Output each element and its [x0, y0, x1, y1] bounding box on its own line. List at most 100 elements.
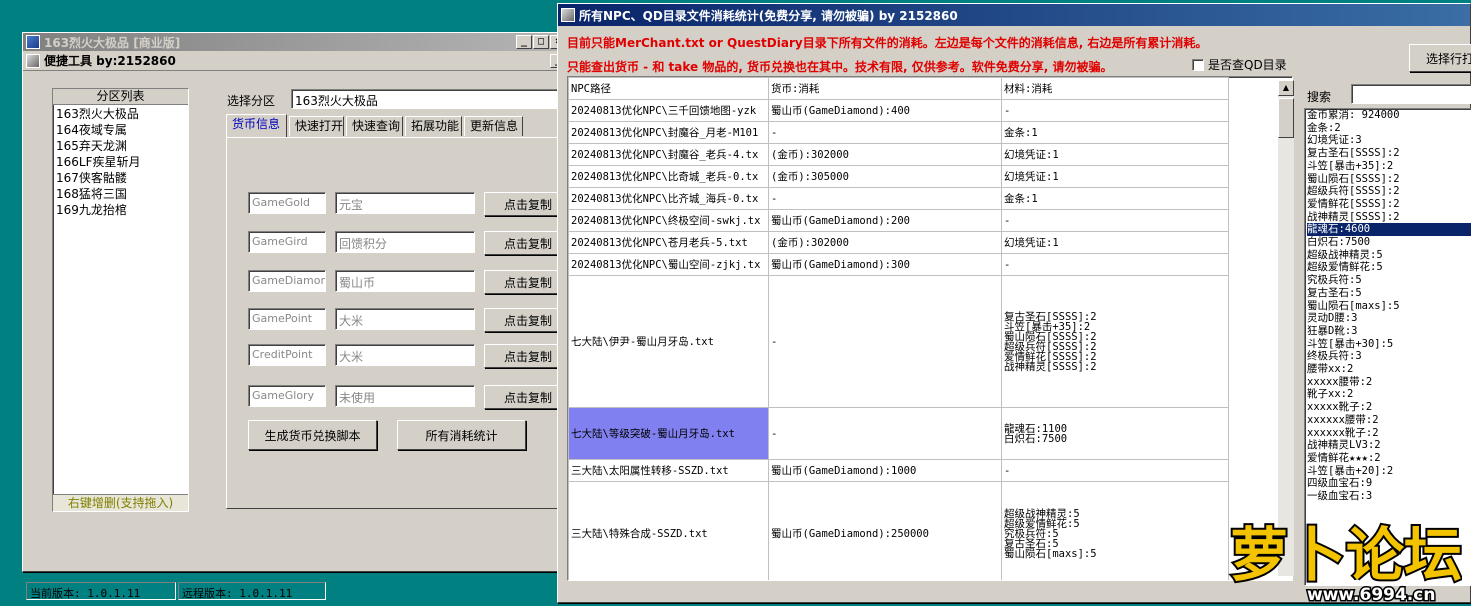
cell-material[interactable]: - [1001, 253, 1229, 276]
cell-path[interactable]: 20240813优化NPC\封魔谷_老兵-4.tx [568, 143, 769, 166]
sub-window-titlebar[interactable]: 便捷工具 by:2152860 _ [23, 51, 569, 71]
total-item[interactable]: 蜀山陨石[maxs]:5 [1307, 300, 1471, 313]
table-row[interactable]: 20240813优化NPC\比奇城_老兵-0.tx (金币):305000 幻境凭证… [568, 165, 1229, 188]
column-header-currency[interactable]: 货币:消耗 [768, 77, 1002, 100]
total-item[interactable]: 腰带xx:2 [1307, 363, 1471, 376]
cell-material[interactable]: 幻境凭证:1 [1001, 143, 1229, 166]
table-row[interactable]: 20240813优化NPC\终极空间-swkj.tx 蜀山币(GameDiamon… [568, 209, 1229, 232]
generate-script-button[interactable]: 生成货币兑换脚本 [248, 420, 377, 450]
tab-extensions[interactable]: 拓展功能 [405, 116, 462, 136]
total-item[interactable]: 靴子xx:2 [1307, 388, 1471, 401]
cell-material[interactable]: 金条:1 [1001, 187, 1229, 210]
cell-currency[interactable]: 蜀山币(GameDiamond):1000 [768, 459, 1002, 482]
cell-material[interactable]: - [1001, 99, 1229, 122]
cell-path[interactable]: 20240813优化NPC\比奇城_老兵-0.tx [568, 165, 769, 188]
total-item[interactable]: 灵动D腰:3 [1307, 312, 1471, 325]
cell-material[interactable]: 金条:1 [1001, 121, 1229, 144]
table-scrollbar[interactable]: ▲ [1278, 80, 1294, 576]
total-item[interactable]: 复古圣石:5 [1307, 287, 1471, 300]
cell-path[interactable]: 三大陆\特殊合成-SSZD.txt [568, 481, 769, 580]
total-item[interactable]: 斗笠[暴击+20]:2 [1307, 465, 1471, 478]
cell-path[interactable]: 七大陆\等级突破-蜀山月牙岛.txt [568, 407, 769, 460]
scroll-thumb[interactable] [1278, 98, 1294, 138]
table-row[interactable]: 三大陆\太阳属性转移-SSZD.txt 蜀山币(GameDiamond):1000… [568, 459, 1229, 482]
total-item[interactable]: 蜀山陨石[SSSS]:2 [1307, 173, 1471, 186]
table-row[interactable]: 三大陆\特殊合成-SSZD.txt 蜀山币(GameDiamond):250000… [568, 481, 1229, 580]
all-consumption-button[interactable]: 所有消耗统计 [397, 420, 526, 450]
currency-name-field[interactable]: 未使用 [335, 385, 475, 407]
cell-material[interactable]: - [1001, 459, 1229, 482]
total-item[interactable]: 终极兵符:3 [1307, 350, 1471, 363]
cell-currency[interactable]: 蜀山币(GameDiamond):200 [768, 209, 1002, 232]
cell-currency[interactable]: - [768, 187, 1002, 210]
currency-code-field[interactable]: GameGold [248, 192, 326, 214]
column-header-path[interactable]: NPC路径 [568, 77, 769, 100]
partition-item[interactable]: 163烈火大极品 [56, 106, 185, 122]
currency-name-field[interactable]: 回馈积分 [335, 231, 475, 253]
currency-name-field[interactable]: 蜀山币 [335, 270, 475, 292]
total-item[interactable]: xxxxx腰带:2 [1307, 376, 1471, 389]
total-item[interactable]: 爱情鲜花★★★:2 [1307, 452, 1471, 465]
partition-list-footer[interactable]: 右键增删(支持拖入) [53, 494, 188, 511]
table-row[interactable]: 20240813优化NPC\封魔谷_月老-M101- 金条:1 [568, 121, 1229, 144]
cell-currency[interactable]: - [768, 407, 1002, 460]
currency-code-field[interactable]: GameGlory [248, 385, 326, 407]
total-item[interactable]: xxxxx靴子:2 [1307, 401, 1471, 414]
cell-currency[interactable]: 蜀山币(GameDiamond):250000 [768, 481, 1002, 580]
select-row-button[interactable]: 选择行打 [1409, 44, 1471, 72]
currency-code-field[interactable]: GamePoint [248, 308, 326, 330]
total-item[interactable]: 狂暴D靴:3 [1307, 325, 1471, 338]
cell-currency[interactable]: - [768, 121, 1002, 144]
cell-material[interactable]: 幻境凭证:1 [1001, 165, 1229, 188]
total-item[interactable]: 超级战神精灵:5 [1307, 249, 1471, 262]
total-item[interactable]: 斗笠[暴击+30]:5 [1307, 338, 1471, 351]
cell-material[interactable]: - [1001, 209, 1229, 232]
currency-code-field[interactable]: GameGird [248, 231, 326, 253]
total-item[interactable]: 复古圣石[SSSS]:2 [1307, 147, 1471, 160]
total-item[interactable]: 战神精灵LV3:2 [1307, 439, 1471, 452]
table-row[interactable]: 20240813优化NPC\蜀山空间-zjkj.tx 蜀山币(GameDiamon… [568, 253, 1229, 276]
total-item[interactable]: 斗笠[暴击+35]:2 [1307, 160, 1471, 173]
cell-path[interactable]: 20240813优化NPC\终极空间-swkj.tx [568, 209, 769, 232]
currency-name-field[interactable]: 大米 [335, 308, 475, 330]
cell-path[interactable]: 20240813优化NPC\苍月老兵-5.txt [568, 231, 769, 254]
stats-window-titlebar[interactable]: 所有NPC、QD目录文件消耗统计(免费分享, 请勿被骗) by 2152860 [558, 4, 1470, 26]
partition-list[interactable]: 分区列表 163烈火大极品 164夜域专属 165弃天龙渊 166LF疾星斩月 167侠… [52, 88, 189, 512]
currency-code-field[interactable]: GameDiamond [248, 270, 326, 292]
total-item[interactable]: 究极兵符:5 [1307, 274, 1471, 287]
table-row[interactable]: 20240813优化NPC\封魔谷_老兵-4.tx (金币):302000 幻境凭证… [568, 143, 1229, 166]
cell-material[interactable]: 复古圣石[SSSS]:2 斗笠[暴击+35]:2 蜀山陨石[SSSS]:2 超级兵符[… [1001, 275, 1229, 408]
column-header-material[interactable]: 材料:消耗 [1001, 77, 1229, 100]
search-input[interactable] [1351, 84, 1471, 104]
table-row[interactable]: 20240813优化NPC\苍月老兵-5.txt (金币):302000 幻境凭证:… [568, 231, 1229, 254]
partition-item[interactable]: 167侠客骷髅 [56, 170, 185, 186]
partition-item[interactable]: 168猛将三国 [56, 186, 185, 202]
total-item[interactable]: 龍魂石:4600 [1307, 223, 1471, 237]
cell-path[interactable]: 三大陆\太阳属性转移-SSZD.txt [568, 459, 769, 482]
cell-currency[interactable]: (金币):305000 [768, 165, 1002, 188]
partition-item[interactable]: 165弃天龙渊 [56, 138, 185, 154]
cell-currency[interactable]: 蜀山币(GameDiamond):300 [768, 253, 1002, 276]
total-item[interactable]: 超级兵符[SSSS]:2 [1307, 185, 1471, 198]
cell-path[interactable]: 20240813优化NPC\蜀山空间-zjkj.tx [568, 253, 769, 276]
partition-item[interactable]: 169九龙抬棺 [56, 202, 185, 218]
cell-currency[interactable]: 蜀山币(GameDiamond):400 [768, 99, 1002, 122]
currency-name-field[interactable]: 元宝 [335, 192, 475, 214]
total-item[interactable]: 一级血宝石:3 [1307, 490, 1471, 503]
scroll-up-icon[interactable]: ▲ [1278, 80, 1294, 96]
total-item[interactable]: 爱情鲜花[SSSS]:2 [1307, 198, 1471, 211]
table-row[interactable]: 七大陆\伊尹-蜀山月牙岛.txt - 复古圣石[SSSS]:2 斗笠[暴击+35]:2… [568, 275, 1229, 408]
minimize-icon[interactable]: _ [516, 35, 532, 49]
qd-checkbox[interactable] [1192, 58, 1204, 71]
cell-path[interactable]: 七大陆\伊尹-蜀山月牙岛.txt [568, 275, 769, 408]
consumption-table-container[interactable]: NPC路径 货币:消耗 材料:消耗 20240813优化NPC\三千回馈地图-y… [567, 76, 1293, 581]
tab-currency-info[interactable]: 货币信息 [226, 114, 287, 137]
table-row[interactable]: 20240813优化NPC\比齐城_海兵-0.tx - 金条:1 [568, 187, 1229, 210]
tab-quick-open[interactable]: 快速打开 [289, 116, 344, 136]
cell-currency[interactable]: (金币):302000 [768, 231, 1002, 254]
cell-material[interactable]: 龍魂石:1100 白炽石:7500 [1001, 407, 1229, 460]
total-item[interactable]: 金条:2 [1307, 122, 1471, 135]
tool-window-titlebar[interactable]: 163烈火大极品 [商业版] _ □ × [23, 33, 569, 51]
total-item[interactable]: xxxxxx腰带:2 [1307, 414, 1471, 427]
cell-currency[interactable]: - [768, 275, 1002, 408]
